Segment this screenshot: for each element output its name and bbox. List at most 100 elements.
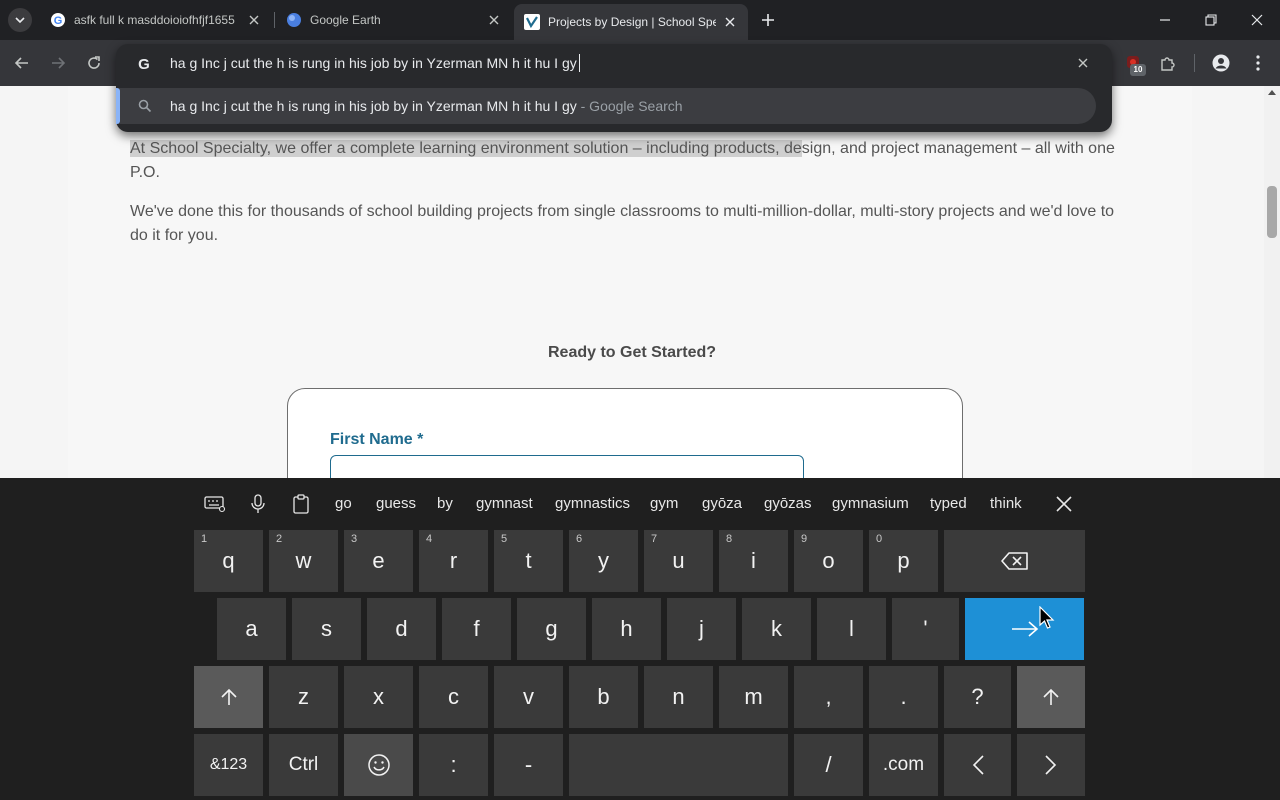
svg-text:G: G [54, 15, 63, 27]
symbols-key[interactable]: &123 [194, 734, 263, 796]
back-button[interactable] [8, 49, 36, 77]
key-q[interactable]: 1q [194, 530, 263, 592]
key-m[interactable]: m [719, 666, 788, 728]
first-name-label: First Name * [330, 431, 424, 448]
key-label: o [822, 548, 835, 573]
emoji-key[interactable] [344, 734, 413, 796]
key-y[interactable]: 6y [569, 530, 638, 592]
mouse-cursor-icon [1039, 606, 1055, 629]
suggestion-gyoza[interactable]: gyōza [702, 495, 742, 512]
tab-1[interactable]: G asfk full k masddoioiofhfjf1655 [40, 0, 272, 40]
key-number-hint: 6 [576, 533, 583, 545]
page-scrollbar[interactable] [1264, 86, 1280, 478]
close-window-button[interactable] [1234, 0, 1280, 40]
tab-2[interactable]: Google Earth [276, 0, 512, 40]
selected-text: At School Specialty, we offer a complete… [130, 140, 802, 157]
tab-strip: G asfk full k masddoioiofhfjf1655 Google… [0, 0, 1280, 40]
clipboard-button[interactable] [289, 492, 313, 516]
suggestion-gym[interactable]: gym [650, 495, 678, 512]
dotcom-key[interactable]: .com [869, 734, 938, 796]
key-w[interactable]: 2w [269, 530, 338, 592]
clear-input-icon[interactable] [1074, 54, 1092, 72]
key-a[interactable]: a [217, 598, 286, 660]
profile-button[interactable] [1209, 51, 1233, 75]
key-s[interactable]: s [292, 598, 361, 660]
key-p[interactable]: 0p [869, 530, 938, 592]
restore-button[interactable] [1188, 0, 1234, 40]
key-dash[interactable]: - [494, 734, 563, 796]
key-f[interactable]: f [442, 598, 511, 660]
backspace-key[interactable] [944, 530, 1085, 592]
forward-button[interactable] [44, 49, 72, 77]
suggestion-go[interactable]: go [335, 495, 352, 512]
extensions-button[interactable] [1156, 51, 1180, 75]
more-vert-icon [1256, 55, 1260, 71]
keyboard-settings-button[interactable] [203, 492, 227, 516]
cursor-left-key[interactable] [944, 734, 1011, 796]
suggestion-typed[interactable]: typed [930, 495, 967, 512]
first-name-input[interactable] [330, 455, 804, 478]
cursor-right-key[interactable] [1017, 734, 1085, 796]
key-h[interactable]: h [592, 598, 661, 660]
close-tab-icon[interactable] [246, 12, 262, 28]
chevron-left-icon [972, 755, 984, 775]
enter-key[interactable] [965, 598, 1084, 660]
key-i[interactable]: 8i [719, 530, 788, 592]
key-slash[interactable]: / [794, 734, 863, 796]
reload-button[interactable] [80, 49, 108, 77]
scroll-up-arrow[interactable] [1268, 90, 1276, 95]
key-c[interactable]: c [419, 666, 488, 728]
close-tab-icon[interactable] [722, 14, 738, 30]
key-period[interactable]: . [869, 666, 938, 728]
suggestion-gymnastics[interactable]: gymnastics [555, 495, 630, 512]
key-v[interactable]: v [494, 666, 563, 728]
scroll-thumb[interactable] [1267, 186, 1277, 238]
tab-title: Google Earth [310, 13, 381, 27]
account-icon [1212, 54, 1230, 72]
key-r[interactable]: 4r [419, 530, 488, 592]
menu-button[interactable] [1246, 51, 1270, 75]
key-comma[interactable]: , [794, 666, 863, 728]
suggestion-gymnasium[interactable]: gymnasium [832, 495, 909, 512]
key-number-hint: 2 [276, 533, 283, 545]
new-tab-button[interactable] [756, 8, 780, 32]
key-u[interactable]: 7u [644, 530, 713, 592]
key-apostrophe[interactable]: ' [892, 598, 959, 660]
key-z[interactable]: z [269, 666, 338, 728]
key-l[interactable]: l [817, 598, 886, 660]
keyboard-settings-icon [204, 496, 226, 513]
key-question[interactable]: ? [944, 666, 1011, 728]
voice-typing-button[interactable] [246, 492, 270, 516]
omnibox-suggestion[interactable]: ha g Inc j cut the h is rung in his job … [116, 88, 1096, 124]
key-k[interactable]: k [742, 598, 811, 660]
suggestion-gymnast[interactable]: gymnast [476, 495, 533, 512]
key-x[interactable]: x [344, 666, 413, 728]
space-key[interactable] [569, 734, 788, 796]
close-keyboard-button[interactable] [1052, 492, 1076, 516]
minimize-button[interactable] [1142, 0, 1188, 40]
ctrl-key[interactable]: Ctrl [269, 734, 338, 796]
address-bar-input[interactable] [170, 52, 1050, 74]
shift-left-key[interactable] [194, 666, 263, 728]
tab-title: asfk full k masddoioiofhfjf1655 [74, 13, 235, 27]
key-colon[interactable]: : [419, 734, 488, 796]
suggestion-query: ha g Inc j cut the h is rung in his job … [170, 98, 577, 114]
key-b[interactable]: b [569, 666, 638, 728]
suggestion-by[interactable]: by [437, 495, 453, 512]
key-j[interactable]: j [667, 598, 736, 660]
tab-3-active[interactable]: Projects by Design | School Spe [514, 4, 748, 40]
key-t[interactable]: 5t [494, 530, 563, 592]
tab-search-button[interactable] [8, 8, 32, 32]
key-e[interactable]: 3e [344, 530, 413, 592]
suggestion-gyozas[interactable]: gyōzas [764, 495, 812, 512]
close-tab-icon[interactable] [486, 12, 502, 28]
key-g[interactable]: g [517, 598, 586, 660]
key-n[interactable]: n [644, 666, 713, 728]
shift-right-key[interactable] [1017, 666, 1085, 728]
suggestion-think[interactable]: think [990, 495, 1022, 512]
key-o[interactable]: 9o [794, 530, 863, 592]
key-d[interactable]: d [367, 598, 436, 660]
suggestion-suffix: - Google Search [580, 98, 683, 114]
shift-arrow-icon [220, 688, 237, 705]
suggestion-guess[interactable]: guess [376, 495, 416, 512]
